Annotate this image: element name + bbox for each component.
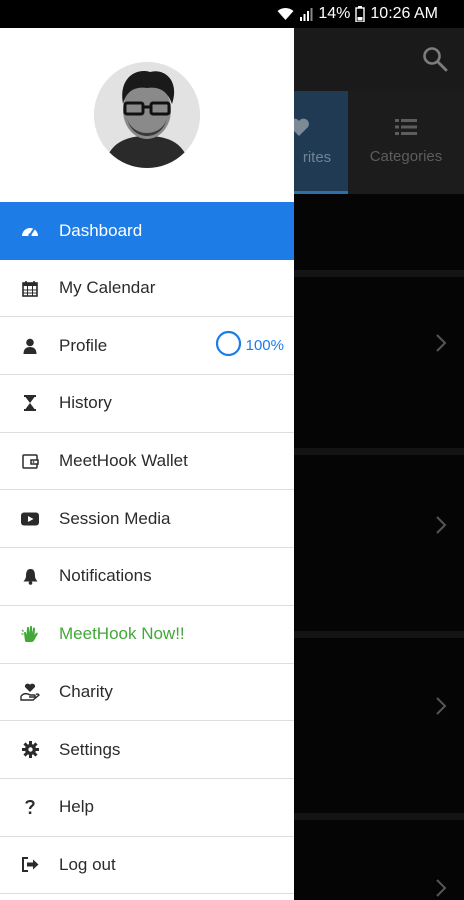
progress-ring-icon <box>215 330 242 361</box>
chevron-right-icon[interactable] <box>434 515 448 535</box>
menu-item-history[interactable]: History <box>0 375 294 433</box>
search-icon[interactable] <box>420 44 450 74</box>
logout-icon <box>20 855 40 875</box>
menu-item-label: History <box>59 393 112 413</box>
hourglass-icon <box>20 393 40 413</box>
menu-item-label: Settings <box>59 739 121 759</box>
menu-item-help[interactable]: Help <box>0 779 294 837</box>
calendar-icon <box>20 278 40 298</box>
menu-item-label: Notifications <box>59 566 152 586</box>
menu-item-label: MeetHook Now!! <box>59 624 185 644</box>
profile-completion: 100% <box>215 317 284 374</box>
menu-item-profile[interactable]: Profile 100% <box>0 317 294 376</box>
menu-item-charity[interactable]: Charity <box>0 664 294 722</box>
battery-percent: 14% <box>318 5 351 22</box>
menu-item-label: Dashboard <box>59 220 143 240</box>
drawer-header <box>0 28 294 202</box>
gear-icon <box>20 740 40 760</box>
battery-icon <box>355 6 366 22</box>
status-bar: 14% 10:26 AM <box>0 0 464 28</box>
tab-indicator <box>294 191 348 194</box>
menu-item-my-calendar[interactable]: My Calendar <box>0 260 294 318</box>
question-icon <box>20 797 40 817</box>
menu-item-label: My Calendar <box>59 278 156 298</box>
tab-categories[interactable]: Categories <box>348 91 464 191</box>
profile-completion-percent: 100% <box>245 337 284 355</box>
bell-icon <box>20 566 40 586</box>
menu-item-session-media[interactable]: Session Media <box>0 490 294 549</box>
chevron-right-icon[interactable] <box>434 696 448 716</box>
wallet-icon <box>20 451 40 471</box>
clock: 10:26 AM <box>370 5 438 22</box>
menu-item-meethook-wallet[interactable]: MeetHook Wallet <box>0 433 294 491</box>
menu-item-label: MeetHook Wallet <box>59 451 188 471</box>
dashboard-icon <box>20 221 40 241</box>
list-icon <box>395 118 417 140</box>
menu-item-settings[interactable]: Settings <box>0 721 294 779</box>
tab-categories-label: Categories <box>369 147 443 165</box>
menu-item-label: Session Media <box>59 508 171 528</box>
charity-icon <box>20 682 40 702</box>
menu-item-label: Help <box>59 797 94 817</box>
wifi-icon <box>277 7 294 21</box>
avatar[interactable] <box>94 62 200 168</box>
navigation-drawer: Dashboard My Calendar Profile 100% Histo… <box>0 28 294 900</box>
menu-item-dashboard[interactable]: Dashboard <box>0 202 294 260</box>
chevron-right-icon[interactable] <box>434 333 448 353</box>
drawer-menu: Dashboard My Calendar Profile 100% Histo… <box>0 202 294 895</box>
menu-item-label: Log out <box>59 854 116 874</box>
user-icon <box>20 336 40 356</box>
menu-item-meethook-now[interactable]: MeetHook Now!! <box>0 606 294 664</box>
menu-item-notifications[interactable]: Notifications <box>0 548 294 606</box>
signal-icon <box>299 7 313 21</box>
hand-icon <box>20 624 40 644</box>
chevron-right-icon[interactable] <box>434 878 448 898</box>
youtube-icon <box>20 509 40 529</box>
menu-item-label: Charity <box>59 681 113 701</box>
menu-item-log-out[interactable]: Log out <box>0 837 294 895</box>
